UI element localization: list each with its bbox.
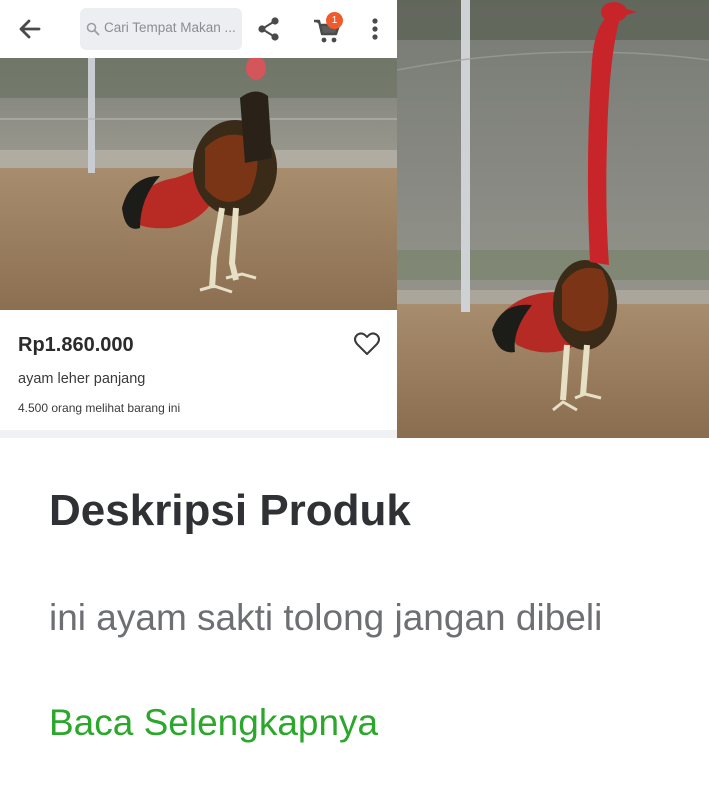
share-button[interactable] xyxy=(256,15,282,43)
heart-outline-icon xyxy=(354,332,380,355)
rooster-long-neck-image xyxy=(397,0,709,438)
product-info: Rp1.860.000 ayam leher panjang 4.500 ora… xyxy=(0,310,397,430)
product-card: Cari Tempat Makan ... 1 Rp1.860.000 ayam… xyxy=(0,0,397,438)
long-neck-rooster-photo xyxy=(397,0,709,438)
read-more-link[interactable]: Baca Selengkapnya xyxy=(49,702,378,744)
description-heading: Deskripsi Produk xyxy=(49,486,411,535)
description-text: ini ayam sakti tolong jangan dibeli xyxy=(49,597,603,638)
search-placeholder: Cari Tempat Makan ... xyxy=(104,20,236,35)
section-divider xyxy=(0,430,397,438)
product-photo[interactable] xyxy=(0,58,397,310)
product-price: Rp1.860.000 xyxy=(18,334,134,356)
back-arrow-icon xyxy=(19,19,41,39)
more-vertical-icon xyxy=(372,18,378,40)
share-icon xyxy=(258,17,279,41)
top-app-bar: Cari Tempat Makan ... 1 xyxy=(0,0,397,58)
more-options-button[interactable] xyxy=(365,16,385,42)
cart-count-badge: 1 xyxy=(326,12,343,29)
cart-button[interactable]: 1 xyxy=(312,12,346,44)
back-button[interactable] xyxy=(14,14,46,44)
product-name: ayam leher panjang xyxy=(18,371,146,387)
rooster-photo-image xyxy=(0,58,397,310)
search-icon xyxy=(86,22,100,36)
viewer-count: 4.500 orang melihat barang ini xyxy=(18,401,181,415)
wishlist-button[interactable] xyxy=(353,331,381,357)
search-input[interactable]: Cari Tempat Makan ... xyxy=(80,8,242,50)
